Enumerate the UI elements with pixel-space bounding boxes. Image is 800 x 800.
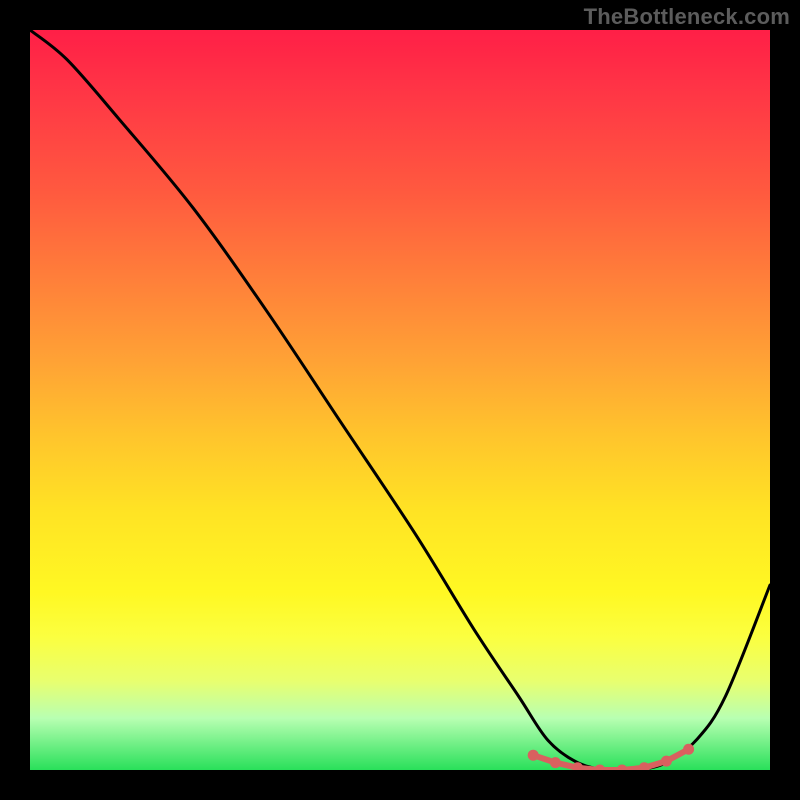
- optimal-dot: [528, 750, 539, 761]
- chart-frame: TheBottleneck.com: [0, 0, 800, 800]
- optimal-range-dots: [528, 744, 694, 770]
- optimal-dot: [683, 744, 694, 755]
- watermark-text: TheBottleneck.com: [584, 4, 790, 30]
- bottleneck-curve-path: [30, 30, 770, 770]
- optimal-dot: [661, 756, 672, 767]
- chart-overlay-svg: [30, 30, 770, 770]
- optimal-dot: [639, 762, 650, 770]
- optimal-dot: [594, 765, 605, 771]
- optimal-dot: [550, 757, 561, 768]
- optimal-dot: [617, 765, 628, 771]
